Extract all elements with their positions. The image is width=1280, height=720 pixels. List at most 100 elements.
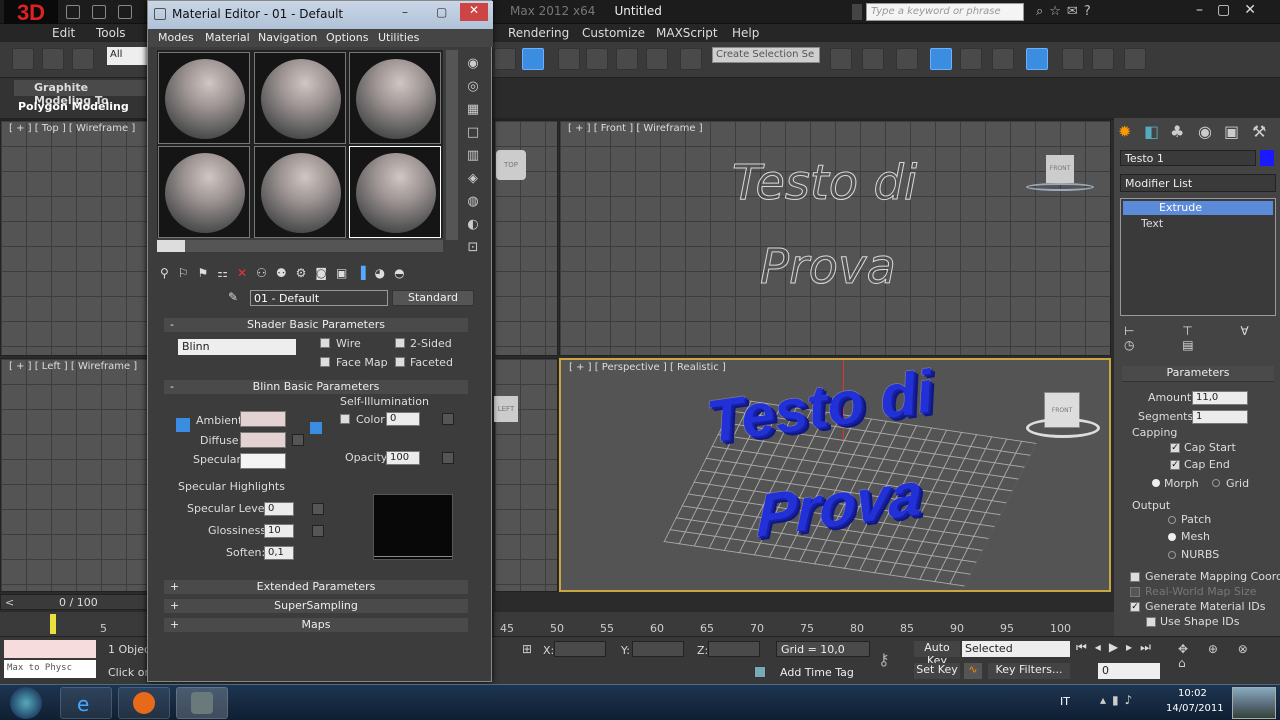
show-desktop-thumbnail[interactable] [1232,687,1276,719]
edit-named-selection-icon[interactable] [680,48,702,70]
two-sided-checkbox[interactable] [395,338,405,348]
viewcube-top[interactable]: TOP [496,150,526,180]
new-file-icon[interactable] [66,5,80,19]
search-input[interactable]: Type a keyword or phrase [866,3,1024,21]
gen-mapping-checkbox[interactable] [1130,572,1140,582]
z-coordinate-input[interactable] [708,641,760,657]
slots-scrollbar[interactable] [157,240,443,252]
lock-ambient-diffuse-icon[interactable] [176,418,190,432]
menu-navigation[interactable]: Navigation [258,31,317,44]
window-controls[interactable]: –▢✕ [1196,2,1270,18]
menu-material[interactable]: Material [205,31,250,44]
schematic-view-icon[interactable] [992,48,1014,70]
material-toolbar-icons[interactable]: ⚲⚐⚑⚏✕⚇⚉⚙◙▣▐◕◓ [160,266,480,282]
perspective-viewport-label[interactable]: [ + ] [ Perspective ] [ Realistic ] [569,362,726,373]
sample-slot[interactable] [254,52,346,144]
modifier-list-dropdown[interactable]: Modifier List [1120,174,1276,192]
x-coordinate-input[interactable] [554,641,606,657]
undo-icon[interactable] [118,5,132,19]
spinner-snap-icon[interactable] [646,48,668,70]
pick-material-icon[interactable]: ✎ [228,290,238,304]
sample-slot[interactable] [158,146,250,238]
supersampling-rollout[interactable]: + SuperSampling [164,599,468,613]
hierarchy-tab-icon[interactable]: ♣ [1170,122,1184,141]
extended-params-rollout[interactable]: + Extended Parameters [164,580,468,594]
material-editor-icon[interactable] [1026,48,1048,70]
blinn-rollout-header[interactable]: - Blinn Basic Parameters [164,380,468,394]
sample-slot[interactable] [349,52,441,144]
maps-rollout[interactable]: + Maps [164,618,468,632]
rendered-frame-icon[interactable] [1092,48,1114,70]
self-illum-map-button[interactable] [442,413,454,425]
material-name-input[interactable]: 01 - Default [250,290,388,306]
time-slider[interactable]: < 0 / 100 [0,594,148,610]
top-viewport[interactable]: [ + ] [ Top ] [ Wireframe ] [0,120,148,356]
faceted-checkbox[interactable] [395,357,405,367]
time-slider-prev-icon[interactable]: < [5,596,14,609]
stack-item-extrude[interactable]: Extrude [1123,201,1273,215]
render-production-icon[interactable] [1124,48,1146,70]
render-setup-icon[interactable] [1062,48,1084,70]
add-time-tag-button[interactable]: Add Time Tag [780,666,854,679]
specular-color-swatch[interactable] [240,453,286,469]
ambient-color-swatch[interactable] [240,411,286,427]
patch-radio[interactable] [1168,516,1176,524]
menu-help[interactable]: Help [732,26,759,40]
polygon-modeling-button[interactable]: Polygon Modeling [18,100,129,113]
maximize-icon[interactable]: ▢ [436,5,447,19]
sample-slot-active[interactable] [349,146,441,238]
self-illum-color-checkbox[interactable] [340,414,350,424]
help-tools-icons[interactable]: ⌕☆✉? [1036,4,1097,19]
selection-filter-dropdown[interactable]: All [107,47,147,65]
left-viewport-right-part[interactable] [494,358,558,592]
layer-manager-icon[interactable] [896,48,918,70]
viewcube-front[interactable]: FRONT [1046,155,1074,183]
key-icon[interactable]: ⚷ [878,650,890,669]
front-viewport-label[interactable]: [ + ] [ Front ] [ Wireframe ] [568,123,703,134]
link-icon[interactable] [12,48,34,70]
start-button-icon[interactable] [10,687,42,719]
key-filters-button[interactable]: Key Filters... [988,663,1070,679]
lock-selection-icon[interactable]: ⊞ [522,642,532,656]
top-viewport-label[interactable]: [ + ] [ Top ] [ Wireframe ] [9,123,135,134]
parameters-rollout-header[interactable]: Parameters [1122,366,1274,382]
modify-tab-icon[interactable]: ◧ [1144,122,1159,141]
stack-tools-icons[interactable]: ⊢ ⊤ ∀ ◷ ▤ [1124,324,1274,352]
system-tray-icons[interactable]: ▴▮♪ [1100,693,1138,707]
track-bar-left[interactable]: 5 [0,612,148,636]
key-mode-dropdown[interactable]: Selected [962,641,1070,657]
glossiness-spinner[interactable]: 10 [264,524,294,538]
unlink-icon[interactable] [42,48,64,70]
wire-checkbox[interactable] [320,338,330,348]
slots-vscrollbar[interactable] [446,50,458,240]
maxscript-listener-input[interactable] [4,640,96,658]
side-toolbar-icons[interactable]: ◉ ◎ ▦ □ ▥ ◈ ◍ ◐ ⊡ [462,52,484,255]
menu-edit[interactable]: Edit [52,26,75,40]
glossiness-map-button[interactable] [312,525,324,537]
mesh-radio[interactable] [1168,533,1176,541]
current-frame-input[interactable]: 0 [1098,663,1160,679]
bind-spacewarp-icon[interactable] [72,48,94,70]
utilities-tab-icon[interactable]: ⚒ [1252,122,1266,141]
angle-snap-icon[interactable] [586,48,608,70]
diffuse-color-swatch[interactable] [240,432,286,448]
object-color-swatch[interactable] [1260,150,1274,166]
clock-date[interactable]: 14/07/2011 [1166,703,1224,714]
sample-slot[interactable] [158,52,250,144]
menu-customize[interactable]: Customize [582,26,645,40]
gen-material-ids-checkbox[interactable]: ✓ [1130,602,1140,612]
playback-controls[interactable]: ⏮◂▶▸⏭ [1076,640,1159,655]
display-tab-icon[interactable]: ▣ [1224,122,1239,141]
nurbs-radio[interactable] [1168,551,1176,559]
front-viewport[interactable]: [ + ] [ Front ] [ Wireframe ] Testo di P… [559,120,1111,356]
motion-tab-icon[interactable]: ◉ [1198,122,1212,141]
y-coordinate-input[interactable] [632,641,684,657]
face-map-checkbox[interactable] [320,357,330,367]
navigation-controls[interactable]: ✥ ⊕ ⊗ ⌂ [1178,642,1278,670]
select-manipulate-icon[interactable] [522,48,544,70]
cap-end-checkbox[interactable]: ✓ [1170,460,1180,470]
grid-radio[interactable] [1212,479,1220,487]
curve-editor-icon[interactable] [960,48,982,70]
taskbar-firefox-icon[interactable] [118,687,170,719]
segments-spinner[interactable]: 1 [1192,410,1248,424]
